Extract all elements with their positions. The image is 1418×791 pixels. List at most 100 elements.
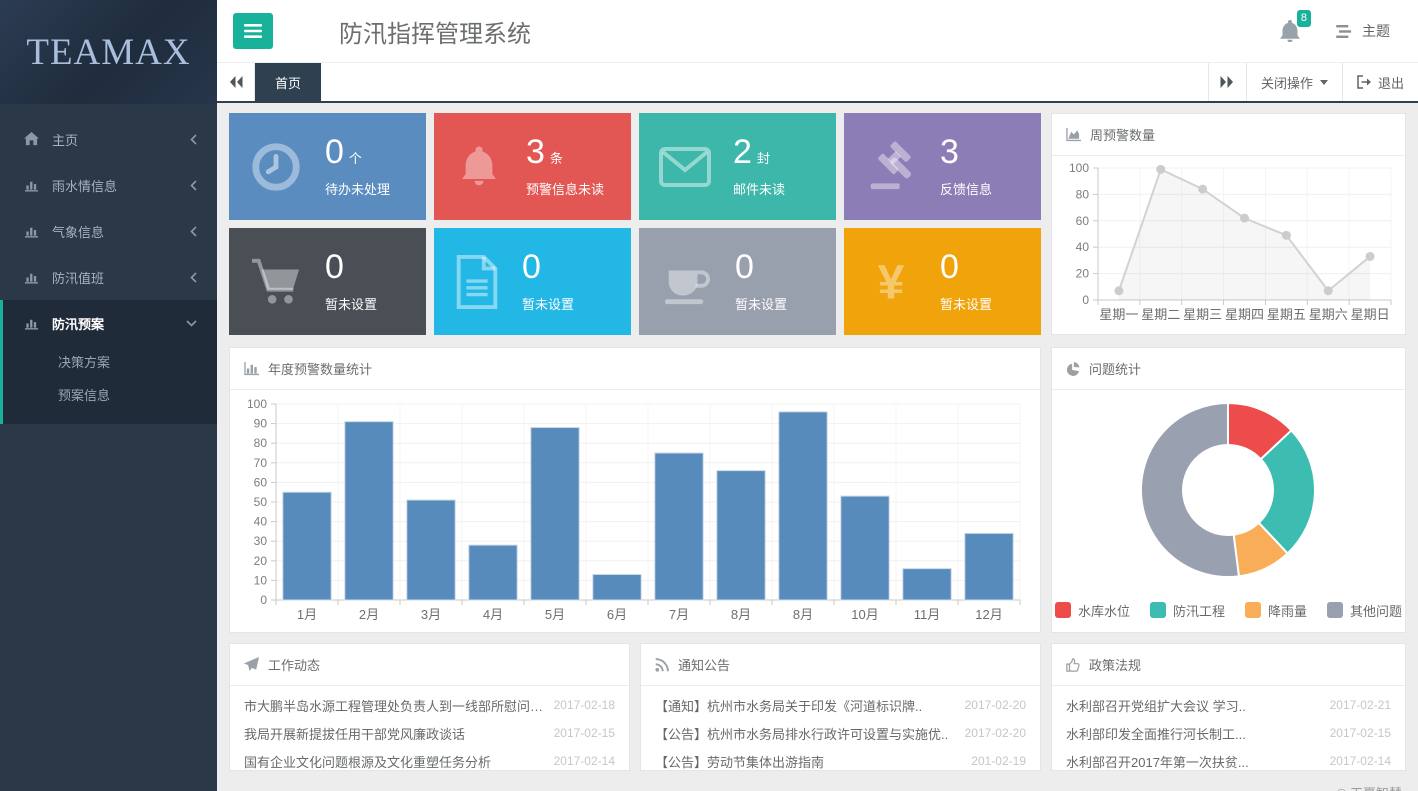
legend-item-other[interactable]: 其他问题 xyxy=(1327,601,1402,620)
news-item[interactable]: 【通知】杭州市水务局关于印发《河道标识牌..2017-02-20 xyxy=(655,691,1026,719)
svg-text:30: 30 xyxy=(254,534,268,548)
news-title: 市大鹏半岛水源工程管理处负责人到一线部所慰问新春 xyxy=(244,696,544,715)
legend-item-rainfall[interactable]: 降雨量 xyxy=(1245,601,1307,620)
news-date: 2017-02-21 xyxy=(1330,698,1391,712)
card-value: 3 xyxy=(526,135,545,169)
stat-card-feedback[interactable]: 3 反馈信息 xyxy=(844,113,1041,220)
news-item[interactable]: 市大鹏半岛水源工程管理处负责人到一线部所慰问新春2017-02-18 xyxy=(244,691,615,719)
card-label: 暂未设置 xyxy=(325,294,377,313)
news-item[interactable]: 国有企业文化问题根源及文化重塑任务分析2017-02-14 xyxy=(244,747,615,775)
sidebar-item-weather-info[interactable]: 气象信息 xyxy=(0,208,217,254)
card-value: 0 xyxy=(325,250,344,284)
stat-card-warnings[interactable]: 3条 预警信息未读 xyxy=(434,113,631,220)
page-title: 防汛指挥管理系统 xyxy=(339,14,531,49)
logo-text: TEAMAX xyxy=(26,31,190,74)
news-title: 我局开展新提拔任用干部党风廉政谈话 xyxy=(244,724,465,743)
svg-text:20: 20 xyxy=(1076,267,1090,281)
card-label: 暂未设置 xyxy=(522,294,574,313)
panel-header: 年度预警数量统计 xyxy=(230,348,1040,390)
sidebar-item-label: 防汛值班 xyxy=(52,268,104,287)
area-chart-icon xyxy=(1066,128,1081,142)
stat-card-unset-1[interactable]: 0 暂未设置 xyxy=(229,228,426,335)
panel-work-news: 工作动态 市大鹏半岛水源工程管理处负责人到一线部所慰问新春2017-02-18 … xyxy=(229,643,630,771)
card-value: 3 xyxy=(940,135,959,169)
news-list: 【通知】杭州市水务局关于印发《河道标识牌..2017-02-20 【公告】杭州市… xyxy=(641,686,1040,775)
svg-text:3月: 3月 xyxy=(421,607,441,622)
logout-label: 退出 xyxy=(1378,73,1404,92)
legend-item-flood-project[interactable]: 防汛工程 xyxy=(1150,601,1225,620)
svg-text:70: 70 xyxy=(254,456,268,470)
news-title: 【通知】杭州市水务局关于印发《河道标识牌.. xyxy=(655,696,922,715)
tabs-scroll-right-button[interactable] xyxy=(1208,63,1246,101)
tab-label: 首页 xyxy=(275,73,301,92)
weekly-line-chart: 020406080100星期一星期二星期三星期四星期五星期六星期日 xyxy=(1052,156,1405,334)
sidebar-item-home[interactable]: 主页 xyxy=(0,116,217,162)
chevron-left-icon xyxy=(190,180,197,191)
tabs-scroll-left-button[interactable] xyxy=(217,63,255,101)
news-item[interactable]: 【公告】劳动节集体出游指南 201-02-19 xyxy=(655,747,1026,775)
card-label: 暂未设置 xyxy=(735,294,787,313)
stat-card-todo[interactable]: 0个 待办未处理 xyxy=(229,113,426,220)
news-item[interactable]: 水利部召开2017年第一次扶贫...2017-02-14 xyxy=(1066,747,1391,775)
svg-text:0: 0 xyxy=(260,593,267,607)
news-title: 国有企业文化问题根源及文化重塑任务分析 xyxy=(244,752,491,771)
yen-icon: ¥ xyxy=(864,255,918,309)
legend-item-reservoir[interactable]: 水库水位 xyxy=(1055,601,1130,620)
chevron-down-icon xyxy=(186,320,197,327)
svg-text:5月: 5月 xyxy=(545,607,565,622)
svg-text:11月: 11月 xyxy=(914,607,941,622)
bar-chart-icon xyxy=(24,224,41,238)
news-title: 水利部召开党组扩大会议 学习.. xyxy=(1066,696,1246,715)
legend-label: 水库水位 xyxy=(1078,601,1130,620)
svg-text:8月: 8月 xyxy=(793,607,813,622)
sidebar-subitem-plan-info[interactable]: 预案信息 xyxy=(3,379,217,412)
sidebar-item-flood-plan[interactable]: 防汛预案 xyxy=(3,300,217,346)
card-label: 暂未设置 xyxy=(940,294,992,313)
svg-text:¥: ¥ xyxy=(878,255,905,309)
legend-swatch xyxy=(1055,602,1071,618)
close-operations-button[interactable]: 关闭操作 xyxy=(1246,63,1342,101)
rss-icon xyxy=(655,658,669,672)
svg-text:40: 40 xyxy=(254,515,268,529)
svg-text:0: 0 xyxy=(1082,293,1089,307)
stat-card-unset-4[interactable]: ¥ 0 暂未设置 xyxy=(844,228,1041,335)
news-title: 水利部印发全面推行河长制工... xyxy=(1066,724,1246,743)
stat-card-unset-3[interactable]: 0 暂未设置 xyxy=(639,228,836,335)
news-date: 201-02-19 xyxy=(971,754,1026,768)
sidebar-item-flood-duty[interactable]: 防汛值班 xyxy=(0,254,217,300)
sidebar-group-flood-plan: 防汛预案 决策方案 预案信息 xyxy=(0,300,217,424)
notifications-button[interactable]: 8 xyxy=(1280,20,1300,42)
logo: TEAMAX xyxy=(0,0,217,104)
svg-text:8月: 8月 xyxy=(731,607,751,622)
legend-label: 其他问题 xyxy=(1350,601,1402,620)
tab-home[interactable]: 首页 xyxy=(255,63,321,101)
news-item[interactable]: 【公告】杭州市水务局排水行政许可设置与实施优..2017-02-20 xyxy=(655,719,1026,747)
stat-card-unset-2[interactable]: 0 暂未设置 xyxy=(434,228,631,335)
thumbs-up-icon xyxy=(1066,658,1080,672)
menu-toggle-button[interactable] xyxy=(233,13,273,49)
copyright: © 天夏智慧 xyxy=(229,783,1406,791)
sign-out-icon xyxy=(1357,75,1371,89)
news-item[interactable]: 水利部印发全面推行河长制工...2017-02-15 xyxy=(1066,719,1391,747)
sidebar-item-label: 主页 xyxy=(52,130,78,149)
card-unit: 封 xyxy=(757,148,770,167)
svg-text:星期五: 星期五 xyxy=(1267,307,1306,322)
svg-text:80: 80 xyxy=(1076,187,1090,201)
card-value: 0 xyxy=(325,135,344,169)
svg-text:星期六: 星期六 xyxy=(1309,307,1348,322)
logout-button[interactable]: 退出 xyxy=(1342,63,1418,101)
legend-swatch xyxy=(1245,602,1261,618)
theme-button[interactable]: 主题 xyxy=(1330,20,1396,42)
sidebar-item-rainwater-info[interactable]: 雨水情信息 xyxy=(0,162,217,208)
double-chevron-right-icon xyxy=(1220,76,1234,88)
news-item[interactable]: 水利部召开党组扩大会议 学习.. 2017-02-21 xyxy=(1066,691,1391,719)
donut-legend: 水库水位 防汛工程 降雨量 其他问题 xyxy=(1052,590,1405,630)
svg-text:50: 50 xyxy=(254,495,268,509)
svg-text:40: 40 xyxy=(1076,240,1090,254)
svg-text:10: 10 xyxy=(254,573,268,587)
sidebar-nav: 主页 雨水情信息 气象信息 xyxy=(0,104,217,424)
news-title: 【公告】劳动节集体出游指南 xyxy=(655,752,824,771)
stat-card-mail[interactable]: 2封 邮件未读 xyxy=(639,113,836,220)
sidebar-subitem-decision-plan[interactable]: 决策方案 xyxy=(3,346,217,379)
news-item[interactable]: 我局开展新提拔任用干部党风廉政谈话2017-02-15 xyxy=(244,719,615,747)
